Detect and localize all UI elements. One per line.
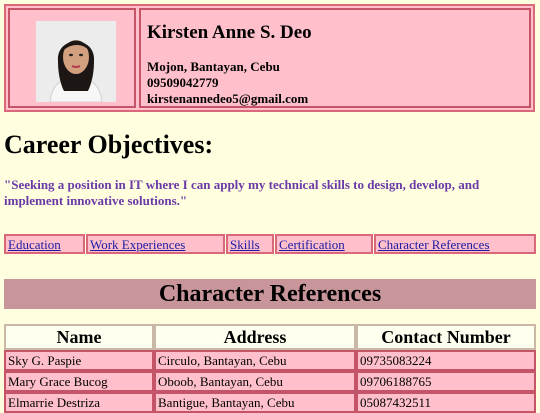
career-objectives-title: Career Objectives: <box>4 130 214 159</box>
nav-certification-link[interactable]: Certification <box>279 237 345 252</box>
character-references-heading: Character References <box>4 279 536 309</box>
profile-photo <box>36 21 116 102</box>
nav-work-experiences: Work Experiences <box>86 234 225 254</box>
table-header-row: Name Address Contact Number <box>4 324 536 350</box>
reference-name: Elmarrie Destriza <box>4 392 154 413</box>
nav-skills-link[interactable]: Skills <box>230 237 260 252</box>
reference-name: Mary Grace Bucog <box>4 371 154 392</box>
reference-address: Circulo, Bantayan, Cebu <box>154 350 356 371</box>
profile-email: kirstenannedeo5@gmail.com <box>147 91 309 106</box>
nav-character-references: Character References <box>374 234 536 254</box>
profile-phone: 09509042779 <box>147 75 219 90</box>
nav-education: Education <box>4 234 85 254</box>
nav-work-experiences-link[interactable]: Work Experiences <box>90 237 185 252</box>
profile-header: Kirsten Anne S. Deo Mojon, Bantayan, Ceb… <box>4 4 535 112</box>
profile-name: Kirsten Anne S. Deo <box>147 22 312 43</box>
table-row: Sky G. Paspie Circulo, Bantayan, Cebu 09… <box>4 350 536 371</box>
nav-skills: Skills <box>226 234 274 254</box>
nav-certification: Certification <box>275 234 373 254</box>
nav-character-references-link[interactable]: Character References <box>378 237 490 252</box>
column-header-address: Address <box>154 324 356 350</box>
column-header-contact: Contact Number <box>356 324 536 350</box>
profile-address: Mojon, Bantayan, Cebu <box>147 59 280 74</box>
profile-photo-image <box>36 21 116 102</box>
reference-name: Sky G. Paspie <box>4 350 154 371</box>
nav-education-link[interactable]: Education <box>8 237 61 252</box>
column-header-name: Name <box>4 324 154 350</box>
reference-address: Oboob, Bantayan, Cebu <box>154 371 356 392</box>
reference-contact: 09735083224 <box>356 350 536 371</box>
table-row: Elmarrie Destriza Bantigue, Bantayan, Ce… <box>4 392 536 413</box>
reference-contact: 05087432511 <box>356 392 536 413</box>
table-row: Mary Grace Bucog Oboob, Bantayan, Cebu 0… <box>4 371 536 392</box>
career-objective-text: "Seeking a position in IT where I can ap… <box>4 177 480 208</box>
contact-info: Kirsten Anne S. Deo Mojon, Bantayan, Ceb… <box>139 8 531 108</box>
reference-contact: 09706188765 <box>356 371 536 392</box>
reference-address: Bantigue, Bantayan, Cebu <box>154 392 356 413</box>
references-table: Name Address Contact Number Sky G. Paspi… <box>4 324 536 413</box>
photo-cell <box>8 8 136 108</box>
